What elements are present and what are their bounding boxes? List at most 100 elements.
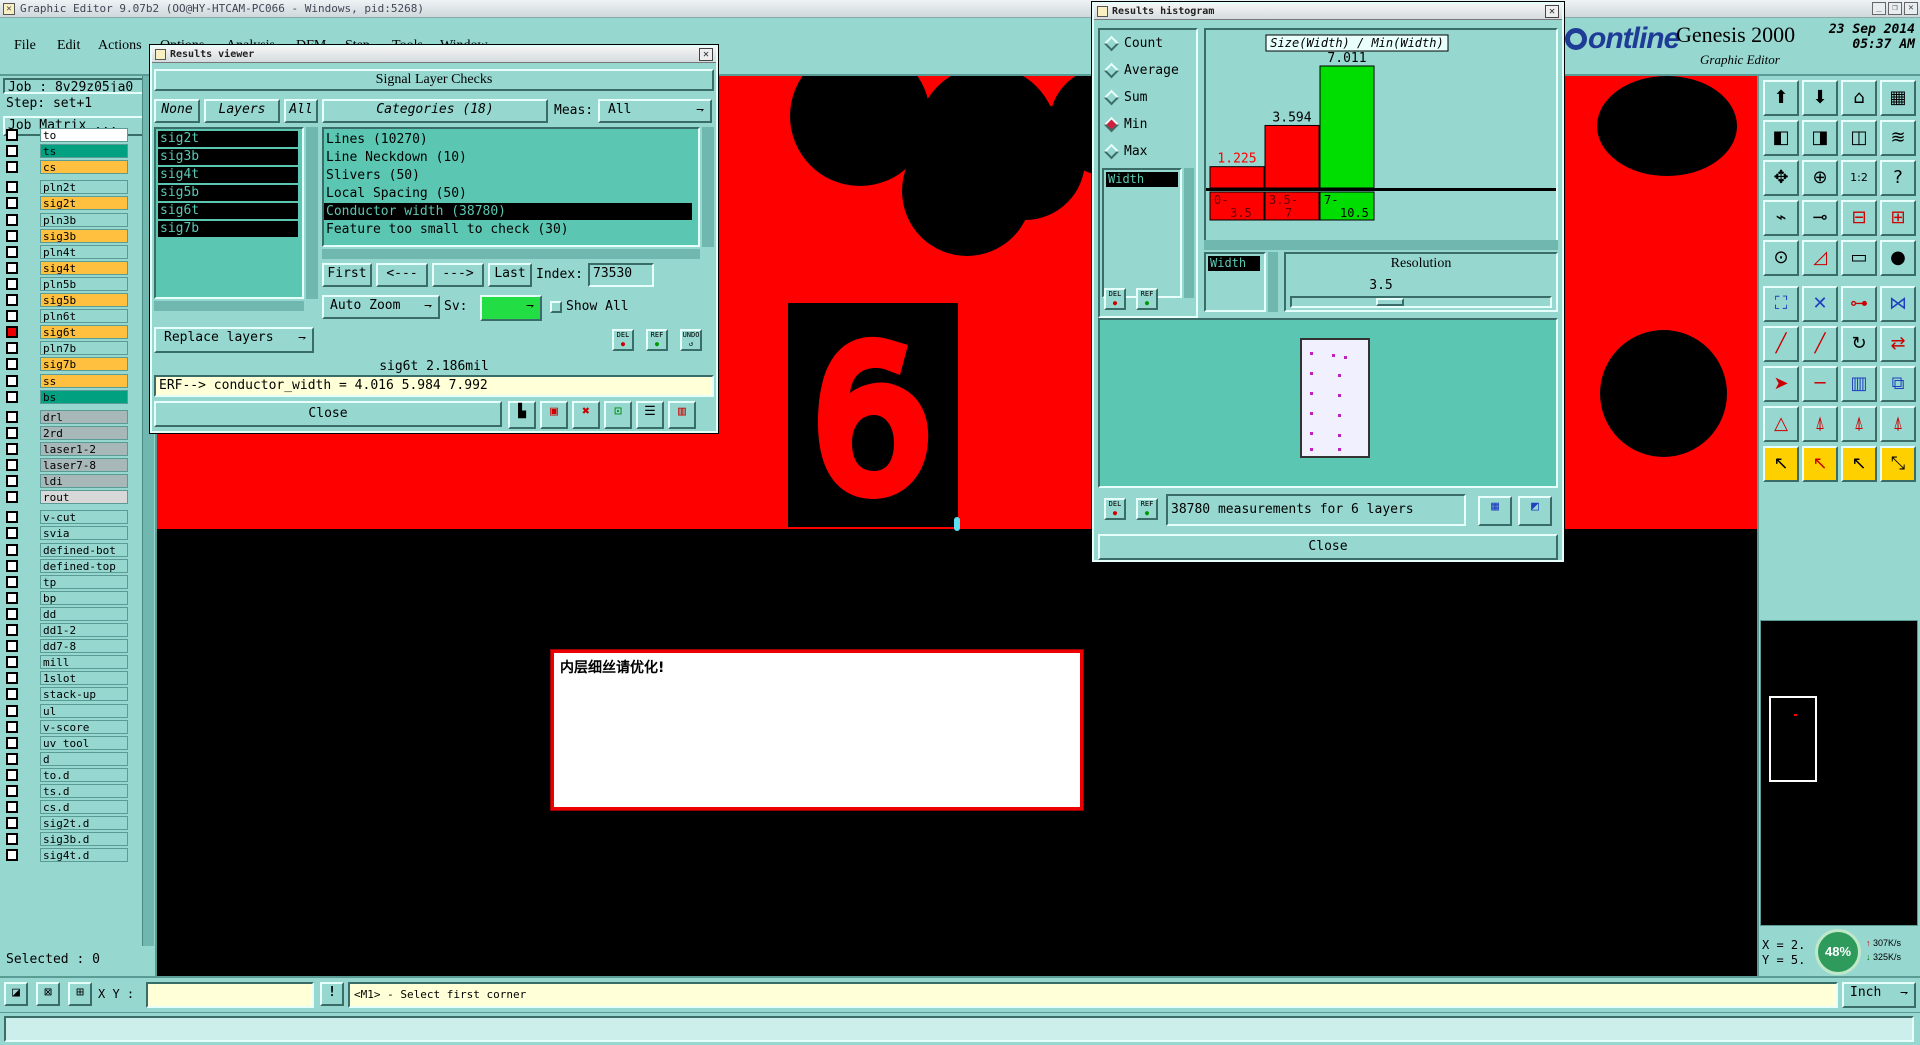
results-close-button[interactable]: Close <box>154 401 502 427</box>
layer-row[interactable]: bs <box>6 389 128 404</box>
layer-checkbox[interactable] <box>6 326 18 339</box>
layer-row[interactable]: cs.d <box>6 800 128 815</box>
rotate-icon[interactable]: ↻ <box>1841 326 1877 362</box>
list-icon[interactable]: ☰ <box>636 401 664 429</box>
resolution-attr-scroll[interactable] <box>1268 252 1278 312</box>
layer-name[interactable]: sig2t.d <box>40 816 128 831</box>
layer-checkbox[interactable] <box>6 426 18 439</box>
layer-name[interactable]: svia <box>40 526 128 541</box>
layer-name[interactable]: bs <box>40 389 128 404</box>
triangle-icon[interactable]: △ <box>1763 406 1799 442</box>
slash-icon[interactable]: ╱ <box>1802 326 1838 362</box>
resolution-slider-handle[interactable] <box>1376 298 1404 306</box>
layer-checkbox[interactable] <box>6 833 18 846</box>
category-item[interactable]: Lines (10270) <box>324 131 692 148</box>
radio-average[interactable]: Average <box>1102 62 1179 79</box>
layer-name[interactable]: pln2t <box>40 180 128 195</box>
layer-checkbox[interactable] <box>6 277 18 290</box>
last-button[interactable]: Last <box>488 263 532 287</box>
hist-del-button[interactable]: DEL ● <box>1104 288 1126 310</box>
layer-name[interactable]: rout <box>40 490 128 505</box>
step-out-icon[interactable]: ◨ <box>1802 120 1838 156</box>
layer-row[interactable]: sig3b <box>6 228 128 243</box>
resolution-attr-list[interactable]: Width <box>1204 252 1266 312</box>
layer-row[interactable]: pln4t <box>6 244 128 259</box>
minus-icon[interactable]: ─ <box>1802 366 1838 402</box>
histogram-icon[interactable]: ▥ <box>668 401 696 429</box>
radio-min[interactable]: Min <box>1102 116 1147 133</box>
layer-checkbox[interactable] <box>6 624 18 636</box>
next-button[interactable]: ---> <box>432 263 484 287</box>
pad-icon[interactable]: ⊙ <box>1763 240 1799 276</box>
layer-checkbox[interactable] <box>6 752 18 765</box>
layer-checkbox[interactable] <box>6 817 18 830</box>
layer-row[interactable]: cs <box>6 160 128 175</box>
layer-checkbox[interactable] <box>6 129 18 141</box>
layer-list-hscroll[interactable] <box>154 301 304 311</box>
zoom-fit-icon[interactable]: ▦ <box>1478 496 1512 526</box>
attribute-list[interactable]: Width <box>1102 168 1182 298</box>
layer-row[interactable]: pln7b <box>6 341 128 356</box>
result-layer-item[interactable]: sig4t <box>158 167 298 183</box>
result-layer-item[interactable]: sig7b <box>158 221 298 237</box>
categories-hscroll[interactable] <box>322 249 700 259</box>
zoom-selection-icon[interactable]: ◩ <box>1518 496 1552 526</box>
arrow-a-icon[interactable]: ⍋ <box>1802 406 1838 442</box>
layer-name[interactable]: ul <box>40 703 128 718</box>
layer-down-icon[interactable]: ⬇ <box>1802 80 1838 116</box>
mirror-icon[interactable]: ⇄ <box>1880 326 1916 362</box>
layer-checkbox[interactable] <box>6 145 18 158</box>
layer-checkbox[interactable] <box>6 656 18 669</box>
layer-name[interactable]: ts.d <box>40 784 128 798</box>
pattern-icon[interactable]: ▥ <box>1841 366 1877 402</box>
layer-up-icon[interactable]: ⬆ <box>1763 80 1799 116</box>
layer-name[interactable]: sig3b.d <box>40 832 128 847</box>
layer-name[interactable]: laser7-8 <box>40 458 128 472</box>
layer-checkbox[interactable] <box>6 527 18 540</box>
layer-name[interactable]: ldi <box>40 474 128 489</box>
layer-name[interactable]: dd7-8 <box>40 639 128 654</box>
layer-row[interactable]: uv_tool <box>6 735 128 750</box>
layer-row[interactable]: dd <box>6 606 128 621</box>
delete-icon[interactable]: ✖ <box>572 401 600 429</box>
layer-name[interactable]: sig2t <box>40 196 128 211</box>
layer-name[interactable]: uv_tool <box>40 735 128 750</box>
first-button[interactable]: First <box>322 263 372 287</box>
layer-row[interactable]: sig6t <box>6 325 128 340</box>
preview-del-button[interactable]: DEL ● <box>1104 498 1126 520</box>
edit-shape-icon[interactable]: ◿ <box>1802 240 1838 276</box>
layer-checkbox[interactable] <box>6 575 18 588</box>
layer-checkbox[interactable] <box>6 181 18 194</box>
layer-row[interactable]: sig2t.d <box>6 816 128 831</box>
layer-checkbox[interactable] <box>6 720 18 733</box>
cross-icon[interactable]: ✕ <box>1802 286 1838 322</box>
layer-checkbox[interactable] <box>6 342 18 355</box>
snake-icon[interactable]: ≋ <box>1880 120 1916 156</box>
layer-row[interactable]: to.d <box>6 767 128 782</box>
radio-indicator[interactable] <box>1103 89 1120 106</box>
categories-list[interactable]: Lines (10270) Line Neckdown (10) Slivers (… <box>322 127 700 247</box>
layer-row[interactable]: ul <box>6 703 128 718</box>
grid-view-icon[interactable]: ▦ <box>1880 80 1916 116</box>
layer-checkbox[interactable] <box>6 358 18 371</box>
radio-indicator[interactable] <box>1103 35 1120 52</box>
layer-row[interactable]: dd7-8 <box>6 639 128 654</box>
home-icon[interactable]: ⌂ <box>1841 80 1877 116</box>
layer-row[interactable]: bp <box>6 590 128 605</box>
layer-row[interactable]: 2rd <box>6 425 128 440</box>
select-red-icon[interactable]: ↖ <box>1802 446 1838 482</box>
layer-checkbox[interactable] <box>6 511 18 524</box>
layer-checkbox[interactable] <box>6 801 18 814</box>
layer-checkbox[interactable] <box>6 459 18 471</box>
ratio-icon[interactable]: 1:2 <box>1841 160 1877 196</box>
link-icon[interactable]: ⋈ <box>1880 286 1916 322</box>
layer-name[interactable]: v-cut <box>40 510 128 525</box>
layer-name[interactable]: pln6t <box>40 309 128 324</box>
layer-name[interactable]: laser1-2 <box>40 441 128 456</box>
units-dropdown[interactable]: Inch ⇁ <box>1842 982 1916 1008</box>
histogram-chart[interactable]: Size(Width) / Min(Width) 1.225 0-3.5 3.594 3… <box>1206 30 1556 244</box>
replace-layers-dropdown[interactable]: Replace layers ⇁ <box>154 327 314 353</box>
layer-name[interactable]: ss <box>40 373 128 388</box>
result-layer-item[interactable]: sig5b <box>158 185 298 201</box>
layer-row[interactable]: pln6t <box>6 309 128 324</box>
